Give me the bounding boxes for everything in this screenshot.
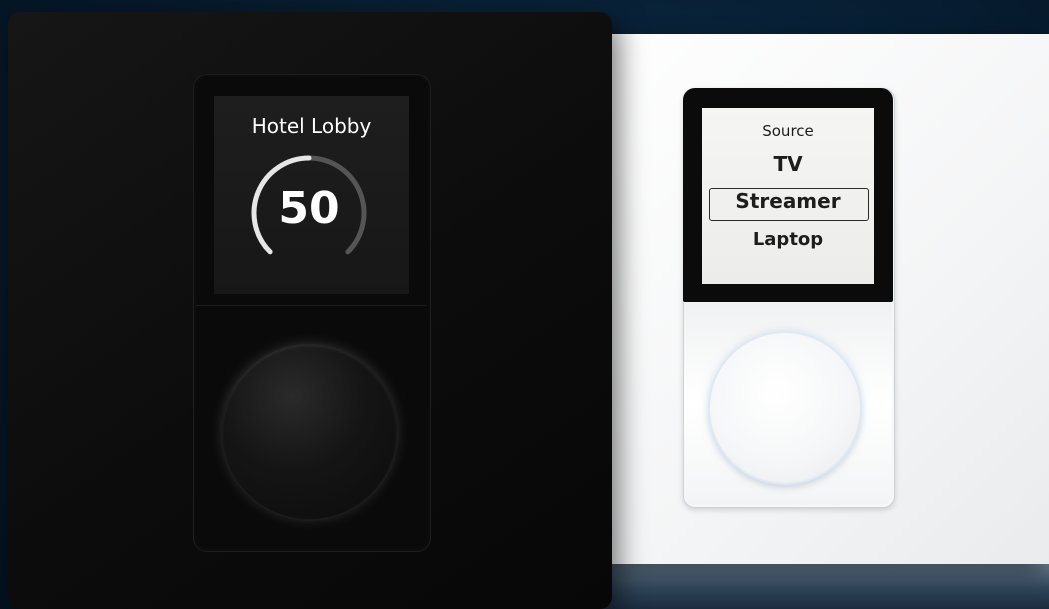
black-rotary-knob[interactable] (222, 344, 397, 519)
white-rotary-knob[interactable] (710, 333, 860, 483)
keypad-divider (196, 305, 426, 306)
source-option-laptop[interactable]: Laptop (702, 229, 874, 250)
source-menu-title: Source (762, 122, 814, 140)
background-floor (600, 560, 1049, 609)
source-option-streamer[interactable]: Streamer (702, 189, 874, 213)
source-option-tv[interactable]: TV (702, 152, 874, 176)
zone-title: Hotel Lobby (251, 114, 372, 138)
volume-value: 50 (278, 183, 340, 234)
